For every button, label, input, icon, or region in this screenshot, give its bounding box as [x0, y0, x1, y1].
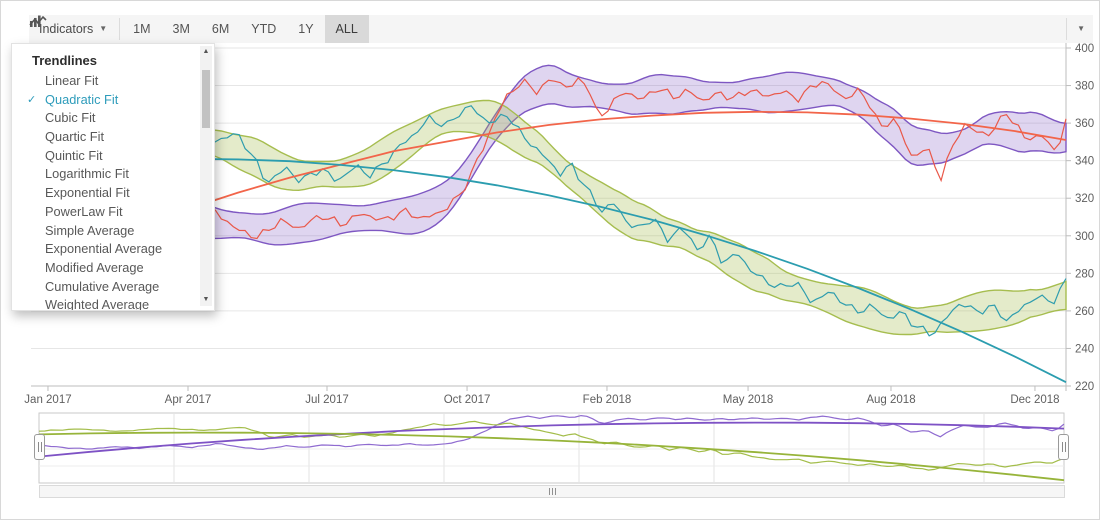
menu-item-label: Simple Average — [45, 223, 134, 238]
scroll-up-icon[interactable]: ▲ — [200, 46, 212, 58]
menu-item-label: PowerLaw Fit — [45, 204, 123, 219]
y-axis-label: 300 — [1075, 231, 1094, 243]
menu-item-linear-fit[interactable]: Linear Fit — [12, 72, 214, 91]
y-axis-label: 220 — [1075, 381, 1094, 393]
menu-item-exponential-average[interactable]: Exponential Average — [12, 240, 214, 259]
menu-item-label: Cubic Fit — [45, 110, 96, 125]
menu-item-cubic-fit[interactable]: Cubic Fit — [12, 109, 214, 128]
menu-item-quadratic-fit[interactable]: ✓ Quadratic Fit — [12, 91, 214, 110]
menu-item-logarithmic-fit[interactable]: Logarithmic Fit — [12, 165, 214, 184]
series-type-button[interactable]: ▼ — [1069, 15, 1093, 43]
dropdown-list: Linear Fit ✓ Quadratic Fit Cubic Fit Quartic… — [12, 72, 214, 311]
navigator-right-handle[interactable] — [1058, 434, 1069, 460]
menu-item-label: Modified Average — [45, 260, 144, 275]
menu-item-label: Linear Fit — [45, 73, 98, 88]
menu-item-weighted-average[interactable]: Weighted Average — [12, 296, 214, 311]
menu-item-label: Logarithmic Fit — [45, 166, 129, 181]
dropdown-header: Trendlines — [12, 44, 214, 72]
chevron-down-icon: ▼ — [1077, 25, 1085, 33]
menu-item-exponential-fit[interactable]: Exponential Fit — [12, 184, 214, 203]
y-axis-label: 400 — [1075, 43, 1094, 55]
range-button-ytd[interactable]: YTD — [240, 15, 287, 43]
range-button-all[interactable]: ALL — [325, 15, 369, 43]
chevron-down-icon: ▼ — [99, 25, 107, 33]
toolbar-divider-right — [1066, 18, 1067, 40]
check-icon: ✓ — [27, 91, 36, 110]
y-axis-label: 360 — [1075, 118, 1094, 130]
stock-chart-widget: 400380360340320300280260240220Jan 2017Ap… — [0, 0, 1100, 520]
line-series-icon — [29, 15, 48, 28]
y-axis-label: 260 — [1075, 306, 1094, 318]
range-button-3m[interactable]: 3M — [162, 15, 201, 43]
menu-item-modified-average[interactable]: Modified Average — [12, 259, 214, 278]
navigator-scrollbar[interactable] — [39, 485, 1065, 498]
navigator-quadratic-fit-series-2 — [39, 433, 1064, 481]
navigator-left-handle[interactable] — [34, 434, 45, 460]
menu-item-label: Quartic Fit — [45, 129, 104, 144]
range-button-6m[interactable]: 6M — [201, 15, 240, 43]
y-axis-label: 280 — [1075, 268, 1094, 280]
y-axis-label: 380 — [1075, 81, 1094, 93]
y-axis-label: 320 — [1075, 193, 1094, 205]
range-button-1m[interactable]: 1M — [122, 15, 161, 43]
scroll-down-icon[interactable]: ▼ — [200, 294, 212, 306]
toolbar-divider — [119, 18, 120, 40]
menu-item-label: Quintic Fit — [45, 148, 103, 163]
y-axis-label: 340 — [1075, 156, 1094, 168]
menu-item-label: Cumulative Average — [45, 279, 159, 294]
menu-item-quintic-fit[interactable]: Quintic Fit — [12, 147, 214, 166]
menu-item-quartic-fit[interactable]: Quartic Fit — [12, 128, 214, 147]
dropdown-scrollbar[interactable]: ▲ ▼ — [200, 46, 212, 306]
navigator-price-series-2 — [39, 421, 1064, 470]
menu-item-label: Weighted Average — [45, 297, 149, 311]
toolbar-spacer — [369, 15, 1064, 43]
menu-item-cumulative-average[interactable]: Cumulative Average — [12, 278, 214, 297]
menu-item-label: Exponential Average — [45, 241, 162, 256]
menu-item-powerlaw-fit[interactable]: PowerLaw Fit — [12, 203, 214, 222]
menu-item-label: Exponential Fit — [45, 185, 130, 200]
scrollbar-thumb[interactable] — [202, 70, 210, 128]
indicators-dropdown: Trendlines Linear Fit ✓ Quadratic Fit Cubic… — [11, 43, 215, 311]
y-axis-label: 240 — [1075, 343, 1094, 355]
menu-item-label: Quadratic Fit — [45, 92, 118, 107]
range-selector: 1M3M6MYTD1YALL — [122, 15, 369, 43]
toolbar: Indicators ▼ 1M3M6MYTD1YALL ▼ — [29, 15, 1093, 43]
menu-item-simple-average[interactable]: Simple Average — [12, 222, 214, 241]
range-button-1y[interactable]: 1Y — [287, 15, 324, 43]
